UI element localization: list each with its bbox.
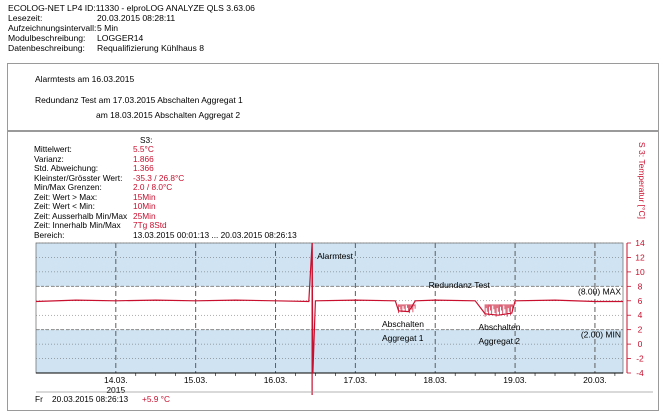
cursor-value: +5.9 °C (142, 394, 170, 404)
annotation-aggregat-1: Aggregat 1 (382, 333, 424, 343)
min-limit-label: (2.00) MIN (581, 330, 621, 340)
y-tick-label: 12 (635, 252, 645, 262)
above-max-band (36, 243, 623, 287)
annotation-redundanz: Redundanz Test (429, 280, 491, 290)
x-tick-label: 18.03. (423, 375, 447, 385)
y-tick-label: 8 (638, 281, 643, 291)
temperature-chart[interactable]: 14.03. 15.03. 16.03. 17.03. 18.03. 19.03. 20.0… (0, 0, 660, 416)
y-tick-label: 0 (638, 339, 643, 349)
y-tick-label: 2 (638, 325, 643, 335)
y-tick-label: 10 (635, 267, 645, 277)
x-tick-label: 19.03. (503, 375, 527, 385)
max-limit-label: (8.00) MAX (578, 286, 621, 296)
y-tick-label: -2 (636, 354, 644, 364)
y-tick-label: 4 (638, 310, 643, 320)
cursor-datetime: 20.03.2015 08:26:13 (52, 394, 129, 404)
below-min-band (36, 329, 623, 373)
x-tick-label: 20.03. (583, 375, 607, 385)
annotation-alarmtest: Alarmtest (317, 251, 354, 261)
x-tick-label: 16.03. (264, 375, 288, 385)
cursor-day: Fr (35, 394, 43, 404)
x-tick-label: 15.03. (184, 375, 208, 385)
chart-svg: 14.03. 15.03. 16.03. 17.03. 18.03. 19.03. 20.0… (35, 238, 653, 395)
annotation-aggregat-2: Aggregat 2 (478, 336, 520, 346)
annotation-abschalten-2: Abschalten (478, 322, 520, 332)
y-tick-label: -4 (636, 368, 644, 378)
annotation-abschalten-1: Abschalten (382, 319, 424, 329)
x-tick-label: 17.03. (344, 375, 368, 385)
x-tick-label: 14.03. (104, 375, 128, 385)
y-tick-label: 6 (638, 296, 643, 306)
y-tick-label: 14 (635, 238, 645, 248)
